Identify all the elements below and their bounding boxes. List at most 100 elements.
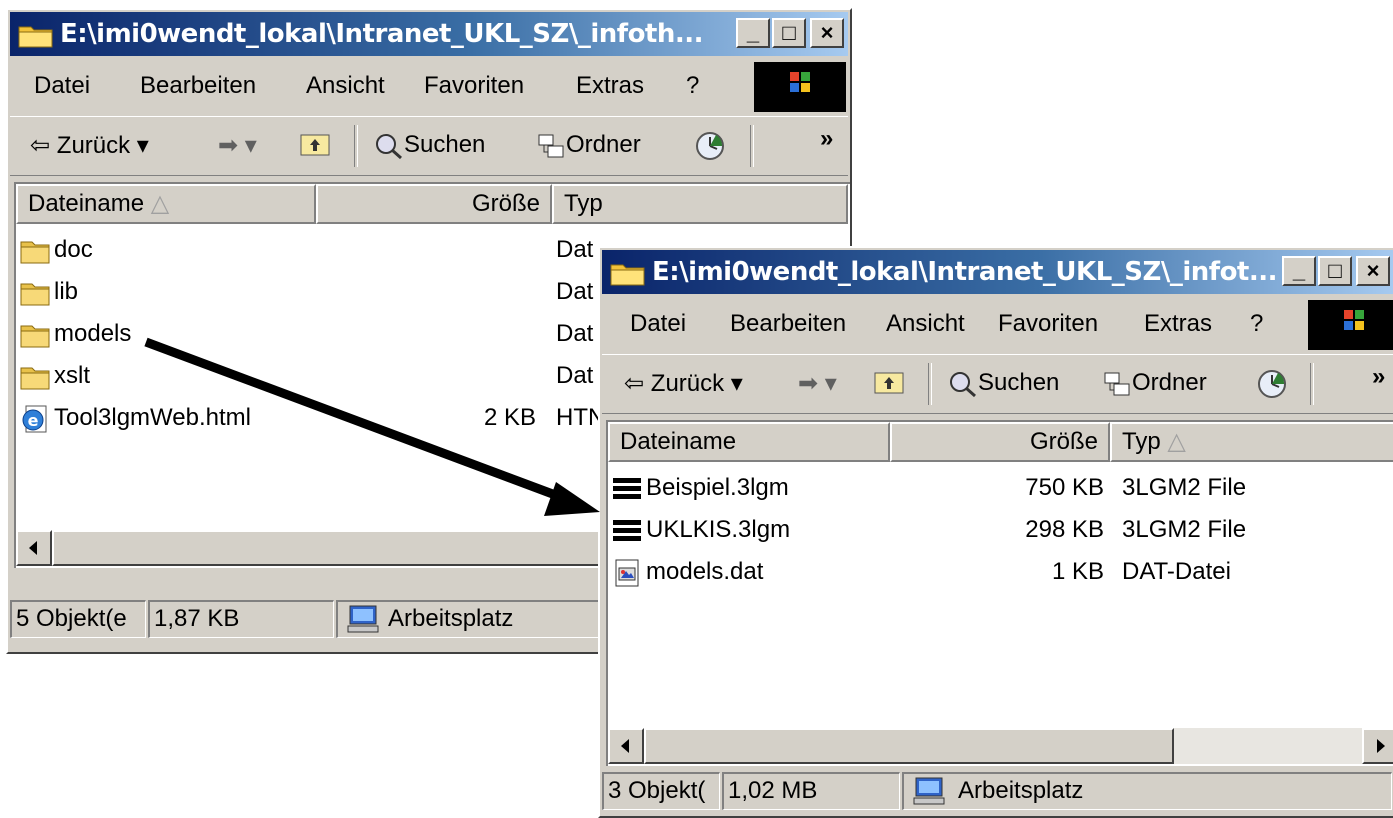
list-item[interactable]: models.dat 1 KB DAT-Datei <box>608 554 1308 592</box>
status-object-count: 3 Objekt( <box>602 772 720 810</box>
toolbar-more-button[interactable]: » <box>1372 363 1385 391</box>
forward-button[interactable]: ➡ ▾ <box>218 131 257 160</box>
folder-icon <box>18 26 53 48</box>
file-type: Dat <box>556 362 594 389</box>
column-header-type[interactable]: Typ <box>552 184 848 224</box>
search-icon <box>376 133 402 159</box>
menu-bar: Datei Bearbeiten Ansicht Favoriten Extra… <box>10 60 848 112</box>
toolbar-separator <box>354 125 358 167</box>
folders-icon <box>538 134 564 158</box>
menu-bar: Datei Bearbeiten Ansicht Favoriten Extra… <box>602 298 1393 350</box>
maximize-button[interactable]: □ <box>772 18 806 48</box>
menu-extras[interactable]: Extras <box>576 72 644 100</box>
scroll-right-button[interactable] <box>1362 728 1393 764</box>
folders-icon <box>1104 372 1130 396</box>
toolbar: ⇦ Zurück ▾ ➡ ▾ Suchen Ordner » <box>602 354 1393 414</box>
close-button[interactable]: × <box>810 18 844 48</box>
file-name: doc <box>54 236 93 263</box>
forward-button[interactable]: ➡ ▾ <box>798 369 837 398</box>
history-button[interactable] <box>1256 369 1288 406</box>
horizontal-scrollbar[interactable] <box>608 728 1393 764</box>
my-computer-icon <box>347 605 379 633</box>
scroll-left-button[interactable] <box>16 530 52 566</box>
back-label: Zurück <box>650 370 725 397</box>
minimize-button[interactable]: _ <box>736 18 770 48</box>
search-button[interactable]: Suchen <box>374 131 485 160</box>
list-item[interactable]: Beispiel.3lgm 750 KB 3LGM2 File <box>608 470 1308 508</box>
menu-help[interactable]: ? <box>686 72 699 100</box>
menu-datei[interactable]: Datei <box>34 72 90 100</box>
menu-datei[interactable]: Datei <box>630 310 686 338</box>
menu-favoriten[interactable]: Favoriten <box>424 72 524 100</box>
close-button[interactable]: × <box>1356 256 1390 286</box>
column-type-label: Typ <box>1122 428 1161 455</box>
column-header-type[interactable]: Typ △ <box>1110 422 1393 462</box>
column-header-name[interactable]: Dateiname △ <box>16 184 316 224</box>
file-size: 750 KB <box>1025 474 1104 501</box>
file-name: models.dat <box>646 558 764 585</box>
file-type: Dat <box>556 278 594 305</box>
list-item[interactable]: doc Dat <box>16 232 616 270</box>
arrow-left-icon <box>621 739 629 753</box>
file-list: Dateiname Größe Typ △ Beispiel.3lgm 750 … <box>606 420 1393 766</box>
file-name: Beispiel.3lgm <box>646 474 789 501</box>
column-name-label: Dateiname <box>28 190 145 217</box>
scroll-thumb[interactable] <box>644 728 1174 764</box>
list-item[interactable]: UKLKIS.3lgm 298 KB 3LGM2 File <box>608 512 1308 550</box>
menu-bearbeiten[interactable]: Bearbeiten <box>730 310 846 338</box>
list-item[interactable]: xslt Dat <box>16 358 616 396</box>
window-title: E:\imi0wendt_lokal\Intranet_UKL_SZ\_info… <box>60 19 704 49</box>
window-title: E:\imi0wendt_lokal\Intranet_UKL_SZ\_info… <box>652 257 1278 287</box>
menu-ansicht[interactable]: Ansicht <box>886 310 965 338</box>
back-button[interactable]: ⇦ Zurück ▾ <box>30 131 149 160</box>
history-button[interactable] <box>694 131 726 168</box>
arrow-right-icon <box>1377 739 1385 753</box>
file-type: 3LGM2 File <box>1122 474 1247 501</box>
folder-icon <box>20 283 50 306</box>
3lgm-file-icon <box>613 478 641 499</box>
file-size: 298 KB <box>1025 516 1104 543</box>
folder-icon <box>20 241 50 264</box>
column-header-name[interactable]: Dateiname <box>608 422 890 462</box>
column-header-size[interactable]: Größe <box>316 184 552 224</box>
file-name: UKLKIS.3lgm <box>646 516 791 543</box>
status-location: Arbeitsplatz <box>902 772 1392 810</box>
menu-extras[interactable]: Extras <box>1144 310 1212 338</box>
title-bar[interactable]: E:\imi0wendt_lokal\Intranet_UKL_SZ\_info… <box>602 250 1393 294</box>
up-folder-icon[interactable] <box>300 131 330 164</box>
sort-ascending-icon: △ <box>150 190 170 217</box>
3lgm-file-icon <box>613 520 641 541</box>
title-bar[interactable]: E:\imi0wendt_lokal\Intranet_UKL_SZ\_info… <box>10 12 848 56</box>
back-button[interactable]: ⇦ Zurück ▾ <box>624 369 743 398</box>
arrow-left-icon <box>29 541 37 555</box>
history-icon <box>696 132 724 160</box>
folders-button[interactable]: Ordner <box>1102 369 1207 398</box>
file-type: Dat <box>556 320 594 347</box>
scroll-left-button[interactable] <box>608 728 644 764</box>
minimize-button[interactable]: _ <box>1282 256 1316 286</box>
menu-favoriten[interactable]: Favoriten <box>998 310 1098 338</box>
list-item[interactable]: e Tool3lgmWeb.html 2 KB HTN <box>16 400 616 438</box>
search-button[interactable]: Suchen <box>948 369 1059 398</box>
file-name: xslt <box>54 362 90 389</box>
maximize-button[interactable]: □ <box>1318 256 1352 286</box>
toolbar-separator <box>1310 363 1314 405</box>
menu-bearbeiten[interactable]: Bearbeiten <box>140 72 256 100</box>
list-item[interactable]: lib Dat <box>16 274 616 312</box>
folder-icon <box>20 367 50 390</box>
list-item[interactable]: models Dat <box>16 316 616 354</box>
html-file-icon: e <box>22 405 47 433</box>
toolbar-separator <box>750 125 754 167</box>
windows-flag-icon <box>790 72 810 92</box>
up-folder-icon[interactable] <box>874 369 904 402</box>
menu-ansicht[interactable]: Ansicht <box>306 72 385 100</box>
folders-label: Ordner <box>566 131 641 158</box>
column-header-size[interactable]: Größe <box>890 422 1110 462</box>
file-size: 2 KB <box>483 404 536 431</box>
windows-logo <box>1308 300 1393 350</box>
toolbar-more-button[interactable]: » <box>820 125 833 153</box>
folders-button[interactable]: Ordner <box>536 131 641 160</box>
search-label: Suchen <box>404 131 486 158</box>
file-type: Dat <box>556 236 594 263</box>
menu-help[interactable]: ? <box>1250 310 1263 338</box>
